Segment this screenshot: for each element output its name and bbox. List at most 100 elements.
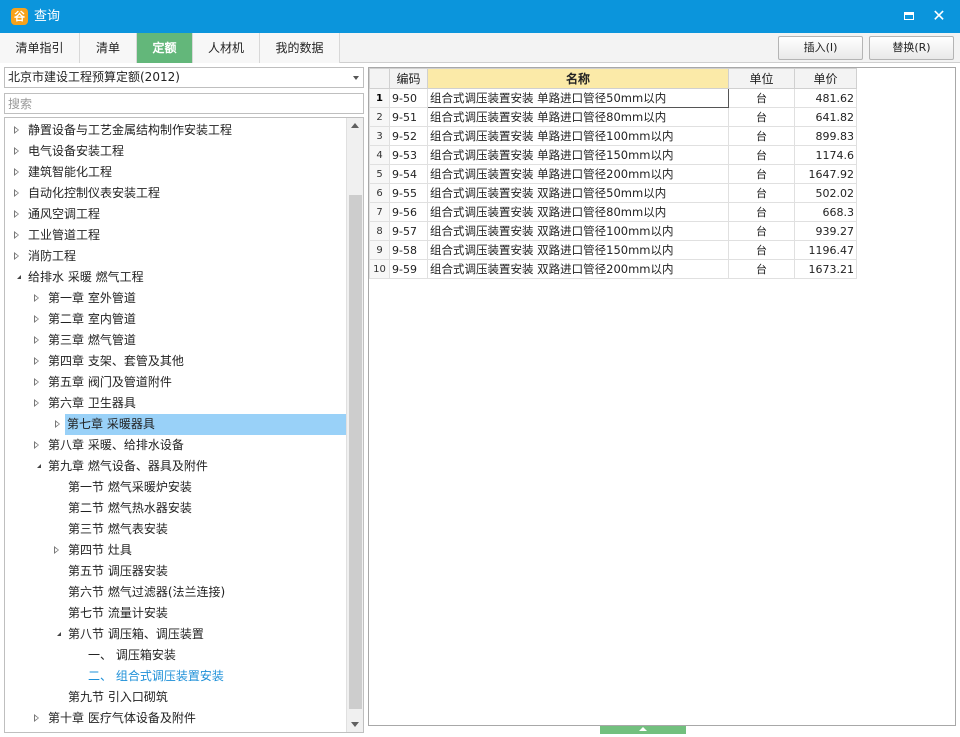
table-row[interactable]: 5 9-54 组合式调压装置安装 单路进口管径200mm以内台 1647.92 [369, 164, 857, 184]
tab-my-data[interactable]: 我的数据 [260, 33, 340, 63]
table-row[interactable]: 3 9-52 组合式调压装置安装 单路进口管径100mm以内台 899.83 [369, 126, 857, 146]
name-cell[interactable]: 组合式调压装置安装 单路进口管径50mm以内 [427, 88, 729, 108]
tree-item[interactable]: 通风空调工程 [6, 204, 346, 225]
quota-library-select[interactable]: 北京市建设工程预算定额(2012) [4, 67, 364, 88]
tab-bill[interactable]: 清单 [80, 33, 137, 63]
price-cell[interactable]: 1196.47 [794, 240, 857, 260]
collapsed-triangle-icon[interactable] [12, 225, 22, 246]
collapsed-triangle-icon[interactable] [52, 540, 62, 561]
price-cell[interactable]: 939.27 [794, 221, 857, 241]
code-cell[interactable]: 9-55 [389, 183, 428, 203]
close-icon[interactable]: ✕ [928, 6, 950, 26]
unit-cell[interactable]: 台 [728, 88, 795, 108]
unit-cell[interactable]: 台 [728, 145, 795, 165]
collapsed-triangle-icon[interactable] [12, 162, 22, 183]
column-header-unit[interactable]: 单位 [728, 68, 795, 89]
code-cell[interactable]: 9-58 [389, 240, 428, 260]
unit-cell[interactable]: 台 [728, 126, 795, 146]
price-cell[interactable]: 502.02 [794, 183, 857, 203]
name-cell[interactable]: 组合式调压装置安装 双路进口管径80mm以内 [427, 202, 729, 222]
table-row[interactable]: 2 9-51 组合式调压装置安装 单路进口管径80mm以内台 641.82 [369, 107, 857, 127]
tree-item[interactable]: 消防工程 [6, 246, 346, 267]
tree-item[interactable]: 工业管道工程 [6, 225, 346, 246]
unit-cell[interactable]: 台 [728, 164, 795, 184]
collapsed-triangle-icon[interactable] [12, 120, 22, 141]
collapsed-triangle-icon[interactable] [32, 393, 42, 414]
tree-item[interactable]: 第三节 燃气表安装 [6, 519, 346, 540]
code-cell[interactable]: 9-50 [389, 88, 428, 108]
search-input[interactable] [4, 93, 364, 114]
collapsed-triangle-icon[interactable] [12, 183, 22, 204]
scroll-up-icon[interactable] [347, 118, 363, 134]
code-cell[interactable]: 9-54 [389, 164, 428, 184]
expanded-triangle-icon[interactable] [32, 456, 42, 477]
name-cell[interactable]: 组合式调压装置安装 双路进口管径100mm以内 [427, 221, 729, 241]
name-cell[interactable]: 组合式调压装置安装 单路进口管径80mm以内 [427, 107, 729, 127]
tree-item[interactable]: 第五节 调压器安装 [6, 561, 346, 582]
tree-item[interactable]: 第二章 室内管道 [6, 309, 346, 330]
tree-item[interactable]: 第八节 调压箱、调压装置 [6, 624, 346, 645]
tree-item[interactable]: 第九章 燃气设备、器具及附件 [6, 456, 346, 477]
table-row[interactable]: 4 9-53 组合式调压装置安装 单路进口管径150mm以内台 1174.6 [369, 145, 857, 165]
tree-scrollbar[interactable] [346, 118, 363, 732]
panel-splitter-handle[interactable] [600, 726, 686, 734]
price-cell[interactable]: 668.3 [794, 202, 857, 222]
unit-cell[interactable]: 台 [728, 202, 795, 222]
unit-cell[interactable]: 台 [728, 183, 795, 203]
price-cell[interactable]: 1673.21 [794, 259, 857, 279]
collapsed-triangle-icon[interactable] [32, 288, 42, 309]
code-cell[interactable]: 9-52 [389, 126, 428, 146]
code-cell[interactable]: 9-59 [389, 259, 428, 279]
collapsed-triangle-icon[interactable] [32, 708, 42, 729]
tree-item[interactable]: 给排水 采暖 燃气工程 [6, 267, 346, 288]
tree-item[interactable]: 第六节 燃气过滤器(法兰连接) [6, 582, 346, 603]
column-header-price[interactable]: 单价 [794, 68, 857, 89]
tree-item[interactable]: 第十章 医疗气体设备及附件 [6, 708, 346, 729]
tree-item[interactable]: 一、 调压箱安装 [6, 645, 346, 666]
expanded-triangle-icon[interactable] [52, 624, 62, 645]
name-cell[interactable]: 组合式调压装置安装 单路进口管径150mm以内 [427, 145, 729, 165]
table-row[interactable]: 9 9-58 组合式调压装置安装 双路进口管径150mm以内台 1196.47 [369, 240, 857, 260]
tree-item[interactable]: 第一章 室外管道 [6, 288, 346, 309]
expanded-triangle-icon[interactable] [12, 267, 22, 288]
price-cell[interactable]: 641.82 [794, 107, 857, 127]
price-cell[interactable]: 899.83 [794, 126, 857, 146]
price-cell[interactable]: 1647.92 [794, 164, 857, 184]
unit-cell[interactable]: 台 [728, 259, 795, 279]
name-cell[interactable]: 组合式调压装置安装 单路进口管径100mm以内 [427, 126, 729, 146]
table-row[interactable]: 10 9-59 组合式调压装置安装 双路进口管径200mm以内台 1673.21 [369, 259, 857, 279]
table-row[interactable]: 6 9-55 组合式调压装置安装 双路进口管径50mm以内台 502.02 [369, 183, 857, 203]
tree-item[interactable]: 自动化控制仪表安装工程 [6, 183, 346, 204]
unit-cell[interactable]: 台 [728, 221, 795, 241]
tree-item[interactable]: 二、 组合式调压装置安装 [6, 666, 346, 687]
name-cell[interactable]: 组合式调压装置安装 双路进口管径150mm以内 [427, 240, 729, 260]
code-cell[interactable]: 9-51 [389, 107, 428, 127]
tree-item[interactable]: 静置设备与工艺金属结构制作安装工程 [6, 120, 346, 141]
unit-cell[interactable]: 台 [728, 240, 795, 260]
tree-item[interactable]: 第八章 采暖、给排水设备 [6, 435, 346, 456]
tree-item[interactable]: 第四章 支架、套管及其他 [6, 351, 346, 372]
name-cell[interactable]: 组合式调压装置安装 双路进口管径200mm以内 [427, 259, 729, 279]
tree-item[interactable]: 第三章 燃气管道 [6, 330, 346, 351]
collapsed-triangle-icon[interactable] [32, 309, 42, 330]
collapsed-triangle-icon[interactable] [32, 372, 42, 393]
column-header-name[interactable]: 名称 [427, 68, 729, 89]
code-cell[interactable]: 9-53 [389, 145, 428, 165]
price-cell[interactable]: 1174.6 [794, 145, 857, 165]
tree-item[interactable]: 建筑智能化工程 [6, 162, 346, 183]
tab-labor-material-machine[interactable]: 人材机 [193, 33, 260, 63]
collapsed-triangle-icon[interactable] [12, 246, 22, 267]
maximize-icon[interactable] [898, 6, 920, 26]
table-row[interactable]: 1 9-50 组合式调压装置安装 单路进口管径50mm以内台 481.62 [369, 88, 857, 108]
collapsed-triangle-icon[interactable] [32, 351, 42, 372]
name-cell[interactable]: 组合式调压装置安装 双路进口管径50mm以内 [427, 183, 729, 203]
collapsed-triangle-icon[interactable] [32, 435, 42, 456]
tab-bill-guide[interactable]: 清单指引 [0, 33, 80, 63]
tab-quota[interactable]: 定额 [137, 33, 193, 63]
tree-item[interactable]: 第七章 采暖器具 [55, 414, 346, 435]
tree-item[interactable]: 第五章 阀门及管道附件 [6, 372, 346, 393]
collapsed-triangle-icon[interactable] [12, 204, 22, 225]
collapsed-triangle-icon[interactable] [12, 141, 22, 162]
tree-item[interactable]: 第七节 流量计安装 [6, 603, 346, 624]
collapsed-triangle-icon[interactable] [32, 330, 42, 351]
